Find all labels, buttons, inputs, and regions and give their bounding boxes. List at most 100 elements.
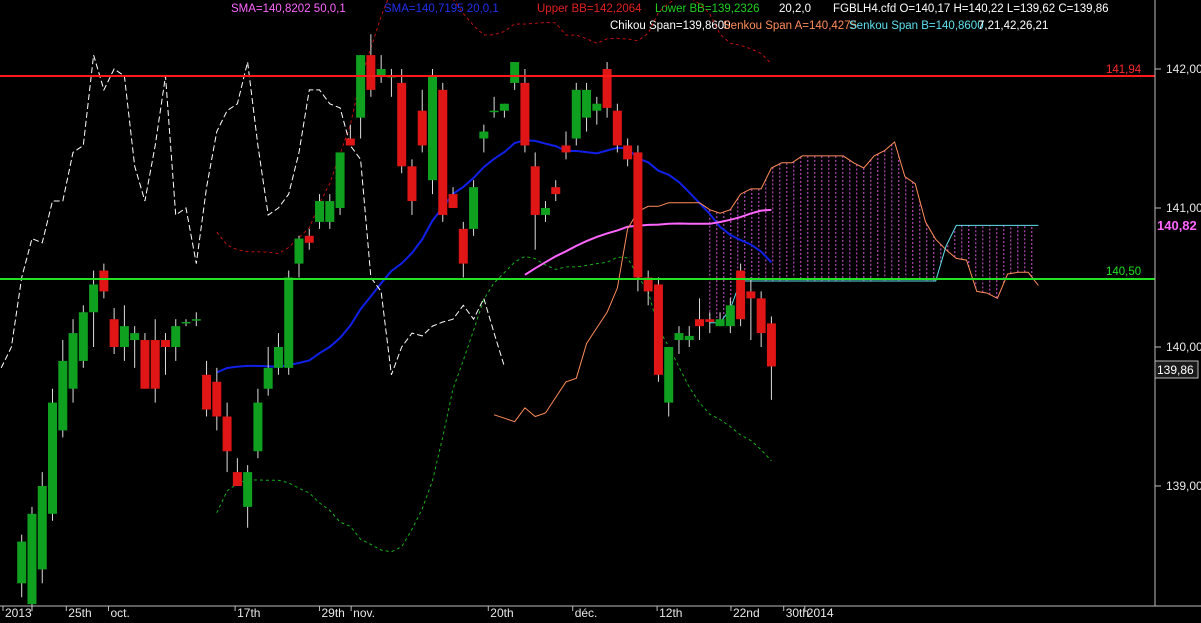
bear-candle — [407, 166, 417, 202]
green-line-label: 140,50 — [1106, 266, 1141, 278]
bull-candle — [130, 333, 140, 341]
bear-candle — [458, 228, 468, 264]
bear-candle — [551, 187, 561, 195]
bull-candle — [68, 333, 78, 389]
bull-candle — [37, 486, 47, 570]
bear-candle — [602, 69, 612, 108]
bull-candle — [664, 347, 674, 403]
y-tick-label: 140,00 — [1166, 340, 1201, 354]
bear-candle — [140, 340, 150, 389]
red-line-label: 141,94 — [1106, 64, 1142, 76]
bear-candle — [756, 298, 766, 334]
bull-candle — [540, 208, 550, 215]
x-tick-label: 2013 — [5, 606, 32, 620]
bear-candle — [530, 166, 540, 215]
bull-candle — [428, 75, 437, 181]
bull-candle — [119, 326, 129, 347]
bull-candle — [243, 472, 253, 507]
price-chart[interactable]: SMA=140,8202 50,0,1 SMA=140,7195 20,0,1 … — [0, 0, 1201, 623]
x-tick-label: oct. — [111, 606, 130, 620]
bull-candle — [469, 187, 479, 229]
bull-candle — [58, 360, 68, 431]
x-tick-label: 25th — [68, 606, 91, 620]
bear-candle — [695, 319, 705, 327]
bear-candle — [623, 145, 633, 160]
sma-value-tag: 140,82 — [1157, 218, 1197, 233]
bear-candle — [232, 472, 242, 486]
legend-chikou: Chikou Span=139,8600 — [610, 20, 731, 32]
bull-candle — [499, 103, 509, 111]
legend-ichimoku-params: 7,21,42,26,21 — [978, 20, 1048, 32]
bear-candle — [633, 152, 643, 278]
y-tick-label: 139,00 — [1166, 479, 1201, 493]
bull-candle — [725, 305, 735, 327]
bear-candle — [160, 340, 170, 347]
bear-candle — [417, 110, 427, 146]
bear-candle — [766, 323, 776, 367]
y-tick-label: 142,00 — [1166, 62, 1201, 76]
bear-candle — [746, 291, 756, 299]
x-tick-label: nov. — [353, 606, 375, 620]
bull-candle — [510, 62, 520, 83]
bull-candle — [294, 238, 304, 264]
legend-senkou-b: Senkou Span B=140,8600 — [849, 20, 984, 32]
bear-candle — [150, 340, 160, 389]
bull-candle — [489, 110, 499, 113]
bear-candle — [222, 416, 232, 452]
bull-candle — [684, 335, 694, 341]
x-tick-label: 2014 — [807, 606, 834, 620]
x-tick-label: 12th — [659, 606, 682, 620]
bear-candle — [561, 145, 571, 153]
bull-candle — [263, 367, 273, 389]
bear-candle — [99, 270, 109, 292]
bull-candle — [273, 347, 283, 368]
bull-candle — [17, 541, 27, 584]
bear-candle — [736, 270, 746, 320]
bull-candle — [715, 319, 725, 327]
legend-lower-bb: Lower BB=139,2326 — [655, 3, 760, 15]
bull-candle — [479, 131, 489, 139]
bear-candle — [212, 381, 222, 417]
bull-candle — [27, 513, 37, 605]
plot-background — [0, 0, 1201, 623]
bear-candle — [397, 82, 407, 167]
bear-candle — [448, 194, 458, 208]
bull-candle — [356, 55, 366, 118]
x-tick-label: 22nd — [733, 606, 760, 620]
bear-candle — [109, 319, 119, 347]
bull-candle — [48, 402, 58, 514]
bear-candle — [366, 55, 376, 90]
bull-candle — [89, 284, 99, 313]
x-tick-label: 29th — [322, 606, 345, 620]
last-close-tag: 139,86 — [1157, 363, 1194, 377]
bear-candle — [304, 235, 314, 243]
bull-candle — [325, 201, 335, 222]
legend-sma20: SMA=140,7195 20,0,1 — [384, 3, 499, 15]
bull-candle — [171, 326, 181, 347]
bull-candle — [315, 201, 325, 222]
legend-bb-params: 20,2,0 — [779, 3, 811, 15]
legend-upper-bb: Upper BB=142,2064 — [537, 3, 642, 15]
bull-candle — [674, 333, 684, 341]
x-tick-label: 30th — [786, 606, 809, 620]
bear-candle — [705, 319, 715, 322]
bull-candle — [191, 319, 201, 321]
y-tick-label: 141,00 — [1166, 201, 1201, 215]
bear-candle — [345, 138, 355, 146]
bear-candle — [612, 110, 622, 146]
bear-candle — [202, 374, 212, 410]
bull-candle — [335, 152, 345, 208]
bull-candle — [582, 89, 592, 118]
bull-candle — [181, 321, 191, 324]
legend-senkou-a: Senkou Span A=140,4275 — [723, 20, 857, 32]
bull-candle — [571, 89, 581, 139]
x-tick-label: 20th — [490, 606, 513, 620]
bear-candle — [653, 284, 663, 375]
bear-candle — [438, 89, 448, 215]
bear-candle — [520, 82, 530, 146]
bull-candle — [253, 402, 263, 452]
bull-candle — [376, 69, 386, 76]
bull-candle — [284, 277, 294, 368]
bull-candle — [78, 312, 88, 361]
legend-sma50: SMA=140,8202 50,0,1 — [231, 3, 346, 15]
